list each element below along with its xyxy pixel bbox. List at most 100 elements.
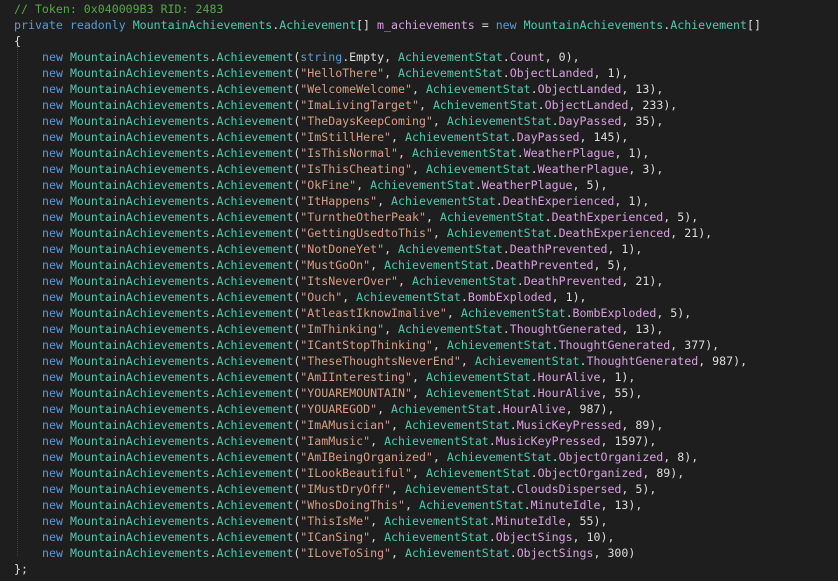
stat-name: ObjectSings (495, 530, 573, 544)
stat-name: DeathExperienced (551, 210, 664, 224)
achievement-line: new MountainAchievements.Achievement("Am… (42, 450, 699, 464)
keyword-new: new (42, 466, 63, 480)
stat-name: MusicKeyPressed (495, 434, 601, 448)
achievement-line: new MountainAchievements.Achievement("YO… (42, 386, 643, 400)
line-end: ), (698, 226, 713, 240)
keyword-new: new (42, 114, 63, 128)
achievement-line: new MountainAchievements.Achievement("Th… (42, 114, 664, 128)
stat-type: AchievementStat (446, 338, 552, 352)
threshold-value: 21 (635, 274, 650, 288)
achievement-constructor: MountainAchievements.Achievement( (69, 290, 301, 304)
achievement-line: new MountainAchievements.Achievement("We… (42, 82, 664, 96)
achievement-line: new MountainAchievements.Achievement("YO… (42, 402, 615, 416)
line-end: ), (600, 530, 615, 544)
achievement-constructor: MountainAchievements.Achievement( (69, 242, 301, 256)
keyword-new: new (42, 386, 63, 400)
stat-type: AchievementStat (370, 178, 475, 192)
achievement-constructor: MountainAchievements.Achievement( (69, 306, 301, 320)
achievement-constructor: MountainAchievements.Achievement( (69, 450, 301, 464)
keyword-new: new (42, 258, 63, 272)
achievement-line: new MountainAchievements.Achievement("Im… (42, 322, 664, 336)
line-end: ), (593, 514, 608, 528)
line-end: ), (572, 290, 587, 304)
keyword-new: new (42, 50, 63, 64)
open-brace: { (14, 34, 21, 48)
achievement-line: new MountainAchievements.Achievement("Ge… (42, 226, 713, 240)
stat-name: DayPassed (558, 114, 622, 128)
stat-name: HourAlive (537, 370, 601, 384)
threshold-value: 300 (607, 546, 629, 560)
keyword-new: new (42, 546, 63, 560)
achievement-name: "ImAMusician" (300, 418, 392, 432)
keyword-new: new (42, 146, 63, 160)
achievement-constructor: MountainAchievements.Achievement( (69, 482, 301, 496)
threshold-value: 987 (712, 354, 734, 368)
stat-type: AchievementStat (398, 66, 503, 80)
achievement-line: new MountainAchievements.Achievement("Im… (42, 98, 678, 112)
stat-name: DeathPrevented (509, 242, 608, 256)
stat-name: ThoughtGenerated (509, 322, 622, 336)
threshold-value: 5 (586, 178, 594, 192)
line-end: ), (705, 338, 720, 352)
achievement-constructor: MountainAchievements.Achievement( (69, 66, 301, 80)
stat-type: AchievementStat (446, 114, 552, 128)
achievement-name: "IsThisCheating" (300, 162, 412, 176)
stat-type: AchievementStat (405, 418, 510, 432)
code-editor[interactable]: // Token: 0x040009B3 RID: 2483 private r… (0, 0, 838, 581)
achievement-name: "ThisIsMe" (300, 514, 371, 528)
achievement-name: "ILoveToSing" (300, 546, 392, 560)
achievement-line: new MountainAchievements.Achievement("IM… (42, 482, 657, 496)
line-end: ), (614, 258, 629, 272)
achievement-name: "MustGoOn" (300, 258, 371, 272)
line-end: ), (649, 82, 664, 96)
keyword-new: new (42, 338, 63, 352)
achievement-line: new MountainAchievements.Achievement("Mu… (42, 258, 629, 272)
achievement-name: "AmIInteresting" (300, 370, 412, 384)
achievement-constructor: MountainAchievements.Achievement( (69, 386, 301, 400)
line-end: ), (600, 402, 615, 416)
achievement-name: "OkFine" (300, 178, 357, 192)
achievement-constructor: MountainAchievements.Achievement( (69, 434, 301, 448)
threshold-value: 89 (635, 418, 650, 432)
achievement-line: new MountainAchievements.Achievement("Th… (42, 354, 748, 368)
achievement-constructor: MountainAchievements.Achievement( (69, 146, 301, 160)
stat-name: ObjectLanded (544, 98, 629, 112)
achievement-constructor: MountainAchievements.Achievement( (69, 530, 301, 544)
achievement-constructor: MountainAchievements.Achievement( (69, 258, 301, 272)
achievement-name: "WelcomeWelcome" (300, 82, 412, 96)
achievement-name: "Ouch" (300, 290, 343, 304)
stat-type: AchievementStat (398, 322, 503, 336)
type-member: Achievement (279, 18, 357, 32)
line-end: ), (670, 466, 685, 480)
stat-name: CloudsDispersed (516, 482, 622, 496)
keyword-new: new (42, 82, 63, 96)
keyword-new: new (42, 274, 63, 288)
achievement-line: new MountainAchievements.Achievement("No… (42, 242, 643, 256)
achievement-name: "ICantStopThinking" (300, 338, 433, 352)
achievement-constructor: MountainAchievements.Achievement( (69, 114, 301, 128)
type-member-2: Achievement (670, 18, 748, 32)
stat-type: AchievementStat (446, 226, 552, 240)
threshold-value: 35 (635, 114, 650, 128)
threshold-value: 233 (642, 98, 664, 112)
line-end: ), (621, 370, 636, 384)
stat-name: BombExploded (572, 306, 657, 320)
keyword-new: new (42, 450, 63, 464)
threshold-value: 13 (635, 322, 650, 336)
line-end: ), (684, 450, 699, 464)
field-name: m_achievements (377, 18, 475, 32)
achievement-name: "AmIBeingOrganized" (300, 450, 433, 464)
keyword-new: new (42, 498, 63, 512)
threshold-value: 13 (614, 498, 629, 512)
keyword-new: new (42, 194, 63, 208)
stat-type: AchievementStat (425, 466, 531, 480)
type-class: MountainAchievements (132, 18, 273, 32)
stat-type: AchievementStat (398, 242, 503, 256)
close-brace: }; (14, 562, 28, 576)
achievement-constructor: MountainAchievements.Achievement( (69, 370, 301, 384)
stat-type: AchievementStat (425, 82, 531, 96)
keyword-new: new (42, 162, 63, 176)
achievement-line: new MountainAchievements.Achievement("IC… (42, 338, 720, 352)
achievement-name: "NotDoneYet" (300, 242, 385, 256)
stat-name: Count (509, 50, 545, 64)
